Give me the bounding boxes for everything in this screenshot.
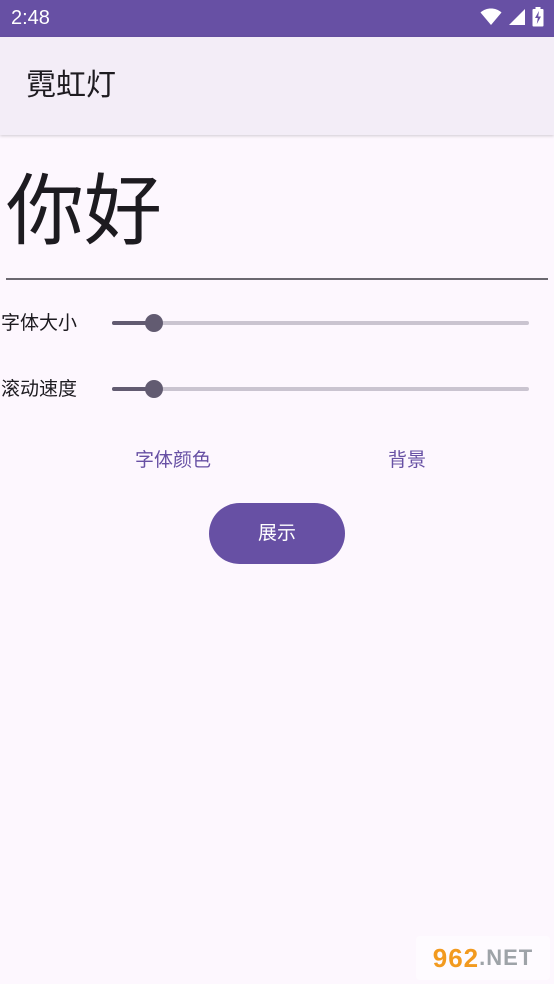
- font-size-slider-thumb[interactable]: [144, 314, 163, 332]
- scroll-speed-label: 滚动速度: [1, 378, 78, 400]
- battery-charging-icon: [532, 6, 544, 31]
- font-size-slider-track[interactable]: [112, 321, 529, 325]
- scroll-speed-slider-row: 滚动速度: [0, 369, 554, 409]
- scroll-speed-slider-thumb[interactable]: [144, 380, 163, 398]
- watermark-suffix: .NET: [479, 945, 534, 970]
- cell-signal-icon: [508, 8, 526, 30]
- background-button[interactable]: 背景: [366, 440, 448, 480]
- app-title: 霓虹灯: [26, 68, 116, 103]
- font-color-button[interactable]: 字体颜色: [110, 440, 236, 480]
- status-icons: [480, 6, 544, 31]
- app-bar: 霓虹灯: [0, 37, 554, 135]
- watermark-text: 962: [432, 942, 480, 973]
- font-size-slider-row: 字体大小: [0, 303, 554, 343]
- show-button[interactable]: 展示: [209, 503, 345, 564]
- preview-text-field[interactable]: 你好: [6, 150, 548, 280]
- wifi-icon: [480, 8, 502, 30]
- font-size-label: 字体大小: [1, 312, 78, 334]
- watermark-logo: 962 .NET: [416, 936, 550, 980]
- status-time: 2:48: [11, 7, 50, 29]
- preview-text: 你好: [6, 167, 163, 257]
- scroll-speed-slider-track[interactable]: [112, 387, 529, 391]
- status-bar: 2:48: [0, 0, 554, 37]
